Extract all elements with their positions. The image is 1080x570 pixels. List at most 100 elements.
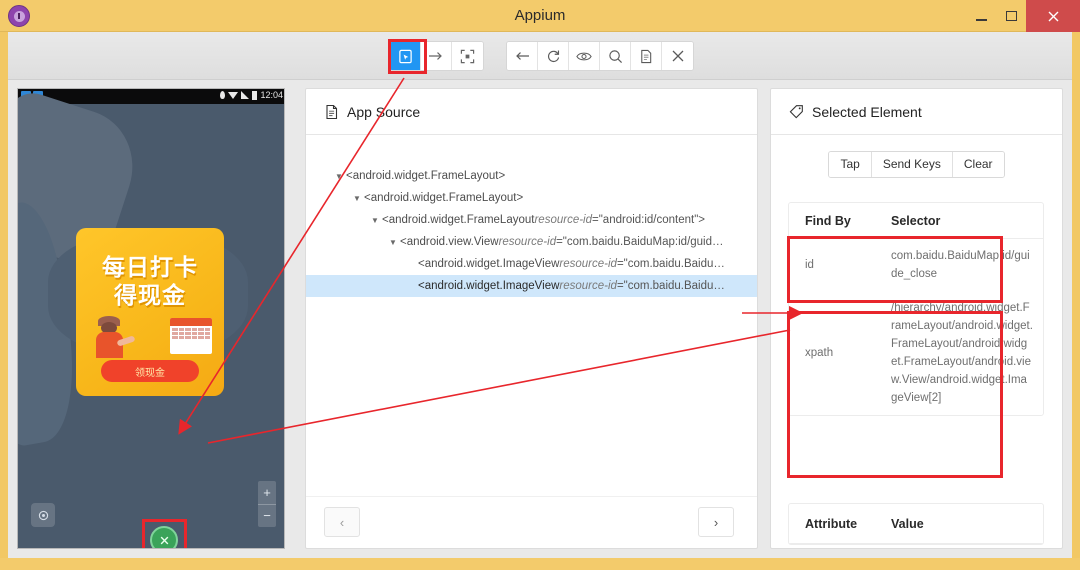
tree-node-tag: <android.widget.ImageView (418, 258, 560, 270)
eye-icon (576, 52, 592, 60)
select-element-icon (398, 49, 412, 63)
tree-node-value: ="com.baidu.Baidu… (616, 258, 725, 270)
selector-row-xpath[interactable]: xpath /hierarchy/android.widget.FrameLay… (789, 291, 1043, 415)
column-find-by: Find By (805, 213, 851, 228)
selector-find-by: id (805, 259, 814, 271)
document-icon (641, 49, 652, 63)
search-button[interactable] (600, 42, 631, 70)
inspector-toolbar (8, 32, 1072, 80)
select-element-button[interactable] (390, 42, 421, 70)
main-content: 12:04 每日打卡 得现金 领现金 + − App Source ▼ <and… (8, 80, 1072, 558)
document-source-icon (324, 104, 339, 120)
map-zoom-controls[interactable]: + − (258, 481, 276, 527)
tree-caret-icon[interactable]: ▼ (368, 216, 382, 225)
tree-node-tag: <android.widget.FrameLayout (382, 214, 535, 226)
appium-inspector-window: Appium 12:04 每日打卡 得现金 领现金 + − App Source… (0, 0, 1080, 570)
zoom-in-button[interactable]: + (258, 481, 276, 505)
selected-element-header: Selected Element (771, 89, 1062, 135)
signal-icon (241, 91, 250, 99)
tree-node-attr: resource-id (534, 214, 592, 226)
zoom-out-button[interactable]: − (258, 505, 276, 528)
promo-card[interactable]: 每日打卡 得现金 领现金 (76, 228, 224, 396)
tree-node-value: ="com.baidu.BaiduMap:id/guid… (556, 236, 724, 248)
selector-value[interactable]: /hierarchy/android.widget.FrameLayout/an… (891, 291, 1043, 415)
tree-node-tag: <android.widget.ImageView (418, 280, 560, 292)
column-attribute: Attribute (805, 516, 858, 531)
promo-illustration (92, 316, 136, 358)
selector-value[interactable]: com.baidu.BaiduMap:id/guide_close (891, 239, 1043, 291)
attribute-table-header: Attribute Value (789, 504, 1043, 544)
close-x-icon (672, 50, 683, 62)
wifi-icon (228, 91, 239, 99)
selector-table: Find By Selector id com.baidu.BaiduMap:i… (788, 202, 1044, 416)
tree-node-value: ="android:id/content"> (592, 214, 706, 226)
window-title: Appium (514, 7, 566, 24)
tree-node-value: ="com.baidu.Baidu… (616, 280, 725, 292)
tree-node-attr: resource-id (498, 236, 557, 248)
refresh-source-button[interactable] (538, 42, 569, 70)
tree-node-selected[interactable]: <android.widget.ImageView resource-id ="… (306, 275, 757, 297)
app-source-header: App Source (306, 89, 757, 135)
source-tree: ▼ <android.widget.FrameLayout> ▼ <androi… (306, 135, 757, 297)
promo-claim-button[interactable]: 领现金 (101, 360, 199, 382)
location-pin-icon (220, 91, 226, 99)
tree-node[interactable]: ▼ <android.widget.FrameLayout resource-i… (306, 209, 757, 231)
window-controls (966, 0, 1080, 32)
calendar-illustration (170, 318, 212, 354)
clear-button[interactable]: Clear (952, 152, 1004, 177)
column-selector: Selector (891, 213, 941, 228)
close-x-icon (1048, 11, 1058, 21)
arrow-left-icon (516, 52, 529, 60)
tree-node-tag: <android.view.View (400, 236, 499, 248)
maximize-button[interactable] (996, 0, 1026, 32)
promo-line-2: 得现金 (114, 283, 186, 309)
locate-me-icon[interactable] (31, 503, 55, 527)
quit-session-button[interactable] (662, 42, 693, 70)
copy-xml-button[interactable] (631, 42, 662, 70)
tree-node[interactable]: ▼ <android.widget.FrameLayout> (306, 187, 757, 209)
attribute-table: Attribute Value (788, 503, 1044, 545)
tree-node-tag: <android.widget.FrameLayout> (364, 192, 524, 204)
selected-element-title: Selected Element (812, 103, 922, 120)
selected-element-panel: Selected Element Tap Send Keys Clear Fin… (770, 88, 1063, 549)
selector-find-by: xpath (805, 347, 834, 359)
toolbar-group-session (506, 41, 694, 71)
arrow-right-icon (429, 52, 442, 60)
tag-icon (789, 104, 804, 119)
battery-icon (252, 90, 258, 100)
column-value: Value (891, 516, 924, 531)
source-pager: ‹ › (306, 496, 757, 548)
recording-button[interactable] (569, 42, 600, 70)
crosshair-frame-icon (460, 49, 475, 63)
title-bar: Appium (0, 0, 1080, 32)
refresh-icon (547, 50, 559, 62)
tree-node[interactable]: ▼ <android.view.View resource-id ="com.b… (306, 231, 757, 253)
close-button[interactable] (1026, 0, 1080, 32)
window-bottom-strip (0, 558, 1080, 570)
tree-caret-icon[interactable]: ▼ (332, 172, 346, 181)
app-source-panel: App Source ▼ <android.widget.FrameLayout… (305, 88, 758, 549)
tree-node-attr: resource-id (559, 258, 617, 270)
tree-caret-icon[interactable]: ▼ (350, 194, 364, 203)
tap-by-coordinates-button[interactable] (452, 42, 483, 70)
element-actions: Tap Send Keys Clear (771, 151, 1062, 178)
source-prev-button[interactable]: ‹ (324, 507, 360, 537)
selector-row-id[interactable]: id com.baidu.BaiduMap:id/guide_close (789, 239, 1043, 291)
tap-button[interactable]: Tap (829, 152, 872, 177)
source-next-button[interactable]: › (698, 507, 734, 537)
app-source-title: App Source (347, 103, 421, 120)
device-screenshot[interactable]: 12:04 每日打卡 得现金 领现金 + − (17, 88, 285, 549)
back-button[interactable] (507, 42, 538, 70)
tree-node[interactable]: ▼ <android.widget.FrameLayout> (306, 165, 757, 187)
tree-node[interactable]: <android.widget.ImageView resource-id ="… (306, 253, 757, 275)
swipe-button[interactable] (421, 42, 452, 70)
tree-caret-icon[interactable]: ▼ (386, 238, 400, 247)
selector-table-header: Find By Selector (789, 203, 1043, 239)
status-bar-time: 12:04 (260, 90, 283, 100)
toolbar-group-actions (389, 41, 484, 71)
magnifier-icon (608, 49, 622, 63)
send-keys-button[interactable]: Send Keys (871, 152, 953, 177)
minimize-button[interactable] (966, 0, 996, 32)
guide-close-element[interactable] (150, 526, 178, 548)
tree-node-attr: resource-id (559, 280, 617, 292)
